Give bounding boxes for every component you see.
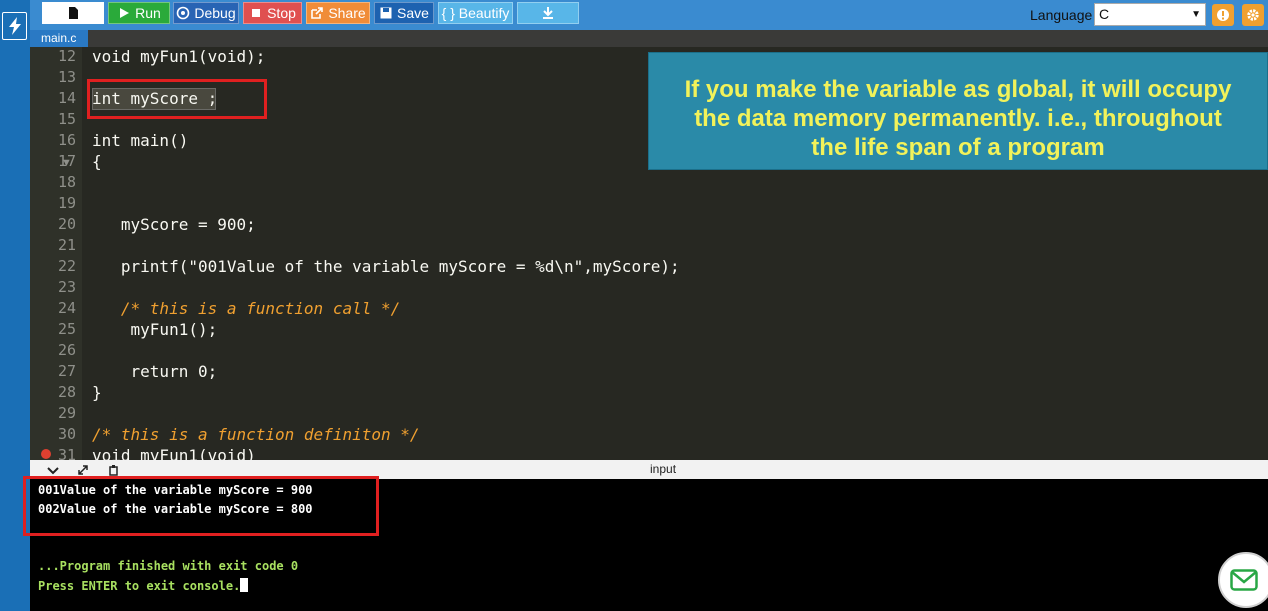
callout-line: the data memory permanently. i.e., throu…	[694, 105, 1222, 132]
line-number: 31	[57, 446, 76, 460]
line-number: 15	[57, 110, 76, 128]
callout-line: the life span of a program	[811, 134, 1105, 161]
line-number: 21	[57, 236, 76, 254]
line-number: 19	[57, 194, 76, 212]
copy-icon[interactable]	[106, 463, 120, 477]
line-number: 13	[57, 68, 76, 86]
play-icon	[120, 8, 130, 18]
console-line: ...Program finished with exit code 0	[38, 559, 299, 573]
line-number: 24	[57, 299, 76, 317]
line-number: 16	[57, 131, 76, 149]
chevron-down-icon[interactable]	[46, 463, 60, 477]
caret-down-icon: ▼	[1191, 9, 1201, 20]
console-title: input	[650, 462, 677, 476]
share-icon	[311, 7, 324, 19]
debug-label: Debug	[194, 5, 236, 21]
code-line: myFun1();	[92, 320, 218, 339]
file-icon	[69, 7, 78, 19]
save-button[interactable]: Save	[374, 2, 434, 24]
code-line: void myFun1(void);	[92, 47, 266, 66]
new-file-button[interactable]	[42, 2, 104, 24]
breakpoint-dot-icon[interactable]	[41, 449, 51, 459]
line-number: 30	[57, 425, 76, 443]
code-line: return 0;	[92, 362, 218, 381]
envelope-icon	[1230, 569, 1258, 591]
tab-main-c[interactable]: main.c	[30, 30, 88, 47]
language-value: C	[1099, 6, 1110, 22]
code-comment: /* this is a function definiton */	[92, 425, 420, 444]
stop-icon	[252, 9, 261, 17]
line-number: 18	[57, 173, 76, 191]
gear-icon	[1247, 9, 1259, 21]
code-comment: /* this is a function call */	[92, 299, 401, 318]
annotation-callout: If you make the variable as global, it w…	[648, 52, 1268, 170]
press-enter-text: Press ENTER to exit console.	[38, 579, 241, 593]
settings-button[interactable]	[1242, 4, 1264, 26]
console-line: Press ENTER to exit console.	[38, 578, 249, 593]
code-line: myScore = 900;	[92, 215, 256, 234]
fold-arrow-icon[interactable]: ▼	[61, 157, 72, 169]
callout-line: If you make the variable as global, it w…	[684, 76, 1232, 103]
share-button[interactable]: Share	[306, 2, 370, 24]
lightning-bolt-icon[interactable]	[2, 12, 27, 40]
line-number: 27	[57, 362, 76, 380]
stop-button[interactable]: Stop	[243, 2, 302, 24]
info-button[interactable]	[1212, 4, 1234, 26]
text-cursor	[240, 578, 249, 592]
code-line: printf("001Value of the variable myScore…	[92, 257, 680, 276]
beautify-button[interactable]: { } Beautify	[438, 2, 513, 24]
share-label: Share	[328, 5, 366, 21]
line-number: 25	[57, 320, 76, 338]
download-icon	[543, 7, 553, 19]
download-button[interactable]	[517, 2, 579, 24]
line-number: 26	[57, 341, 76, 359]
floppy-icon	[380, 7, 392, 19]
line-number: 23	[57, 278, 76, 296]
info-icon	[1217, 9, 1229, 21]
code-line: void myFun1(void)	[92, 446, 256, 460]
line-number: 14	[57, 89, 76, 107]
red-highlight-box	[87, 79, 267, 119]
stop-label: Stop	[267, 5, 296, 21]
code-line: int main()	[92, 131, 189, 150]
save-label: Save	[397, 5, 429, 21]
code-line: }	[92, 383, 102, 402]
toolbar: Run Debug Stop Share Save { } Beautify L…	[30, 0, 1268, 30]
file-tab-bar: main.c	[30, 30, 1268, 47]
line-number: 28	[57, 383, 76, 401]
debug-button[interactable]: Debug	[173, 2, 239, 24]
language-select[interactable]: C ▼	[1094, 3, 1206, 26]
red-highlight-box	[23, 476, 379, 536]
language-label: Language	[1030, 7, 1093, 23]
beautify-label: { } Beautify	[441, 5, 510, 21]
line-number: 22	[57, 257, 76, 275]
code-line: {	[92, 152, 102, 171]
expand-icon[interactable]	[76, 463, 90, 477]
run-button[interactable]: Run	[108, 2, 170, 24]
line-number: 29	[57, 404, 76, 422]
line-number: 20	[57, 215, 76, 233]
run-label: Run	[135, 5, 161, 21]
feedback-button[interactable]	[1218, 552, 1268, 608]
debug-icon	[177, 6, 190, 20]
line-number: 12	[57, 47, 76, 65]
